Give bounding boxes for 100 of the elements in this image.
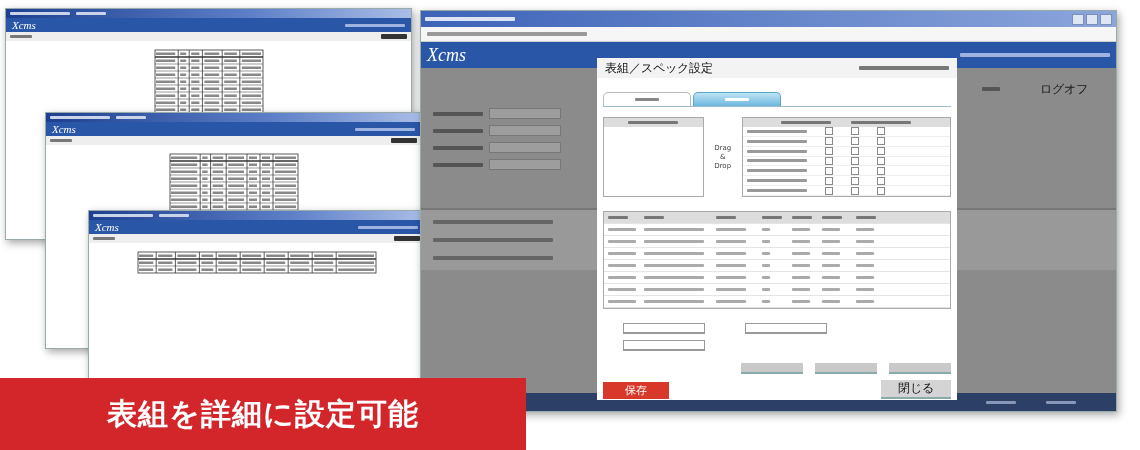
logo: Xcms [52,123,76,135]
blurred-text [716,252,746,255]
blurred-text [822,252,840,255]
checkbox-icon[interactable] [850,176,859,185]
input-field[interactable] [489,125,561,136]
checkbox-icon[interactable] [824,137,833,146]
blurred-text [644,228,704,231]
checkbox-icon[interactable] [824,127,833,136]
blurred-text [644,216,664,219]
blurred-text [644,276,704,279]
dropdown[interactable] [623,340,705,351]
minimize-icon[interactable] [1072,13,1084,25]
dropdown[interactable] [623,323,705,334]
blurred-text [792,276,810,279]
blurred-text [716,276,746,279]
blurred-text [856,252,874,255]
checkbox-icon[interactable] [876,137,885,146]
checkbox-icon[interactable] [824,186,833,195]
blurred-text [856,228,874,231]
blurred-text [644,252,704,255]
blurred-text [762,264,770,267]
checkbox-icon[interactable] [876,156,885,165]
blurred-text [716,264,746,267]
logoff-link[interactable]: ログオフ [1040,80,1088,98]
tab[interactable] [693,92,781,106]
checkbox-icon[interactable] [850,137,859,146]
blurred-text [608,300,636,303]
checkbox-icon[interactable] [850,127,859,136]
tab[interactable] [603,92,691,106]
blurred-text [345,23,405,27]
blurred-text [822,276,840,279]
checkbox-icon[interactable] [850,186,859,195]
checkbox-icon[interactable] [824,166,833,175]
input-field[interactable] [489,142,561,153]
blurred-text [433,162,483,167]
blurred-text [644,288,704,291]
checkbox-icon[interactable] [876,176,885,185]
blurred-text [792,228,810,231]
blurred-text [391,138,417,143]
blurred-text [851,120,912,124]
blurred-text [159,214,189,217]
blurred-text [644,240,704,243]
blurred-text [716,240,746,243]
blurred-text [762,228,770,231]
blurred-text [394,236,420,241]
save-button[interactable]: 保存 [603,382,669,399]
blurred-text [822,288,840,291]
blurred-text [1046,400,1076,404]
close-button[interactable]: 閉じる [881,380,951,399]
blurred-text [856,300,874,303]
dropdown[interactable] [745,323,827,334]
blurred-text [856,276,874,279]
blurred-text [10,12,70,15]
logo: Xcms [95,221,119,233]
blurred-text [608,252,636,255]
blurred-text [856,288,874,291]
blurred-text [608,240,636,243]
blurred-text [116,116,146,119]
checkbox-icon[interactable] [824,147,833,156]
blurred-text [856,216,876,219]
checkbox-icon[interactable] [850,166,859,175]
blurred-text [608,216,628,219]
input-field[interactable] [489,159,561,170]
blurred-text [716,228,746,231]
blurred-text [746,189,807,193]
blurred-text [93,237,115,240]
blurred-text [93,214,153,217]
blurred-text [608,264,636,267]
blurred-text [762,252,770,255]
blurred-text [628,121,679,124]
blurred-text [635,98,659,101]
blurred-text [746,159,807,163]
checkbox-icon[interactable] [876,127,885,136]
blurred-text [746,179,807,183]
blurred-text [856,240,874,243]
blurred-text [608,276,636,279]
blurred-text [822,300,840,303]
checkbox-icon[interactable] [876,147,885,156]
blurred-text [986,400,1016,404]
dialog-title: 表組／スペック設定 [605,59,713,77]
close-icon[interactable] [1100,13,1112,25]
input-field[interactable] [489,108,561,119]
blurred-text [381,34,407,39]
blurred-text [792,240,810,243]
blurred-text [433,145,483,150]
blurred-text [762,288,770,291]
checkbox-icon[interactable] [850,147,859,156]
blurred-text [762,216,782,219]
blurred-text [50,116,110,119]
checkbox-icon[interactable] [824,176,833,185]
blurred-text [644,300,704,303]
blurred-text [644,264,704,267]
checkbox-icon[interactable] [876,166,885,175]
blurred-text [50,139,72,142]
blurred-text [822,240,840,243]
checkbox-icon[interactable] [876,186,885,195]
checkbox-icon[interactable] [824,156,833,165]
checkbox-icon[interactable] [850,156,859,165]
maximize-icon[interactable] [1086,13,1098,25]
blurred-text [792,300,810,303]
